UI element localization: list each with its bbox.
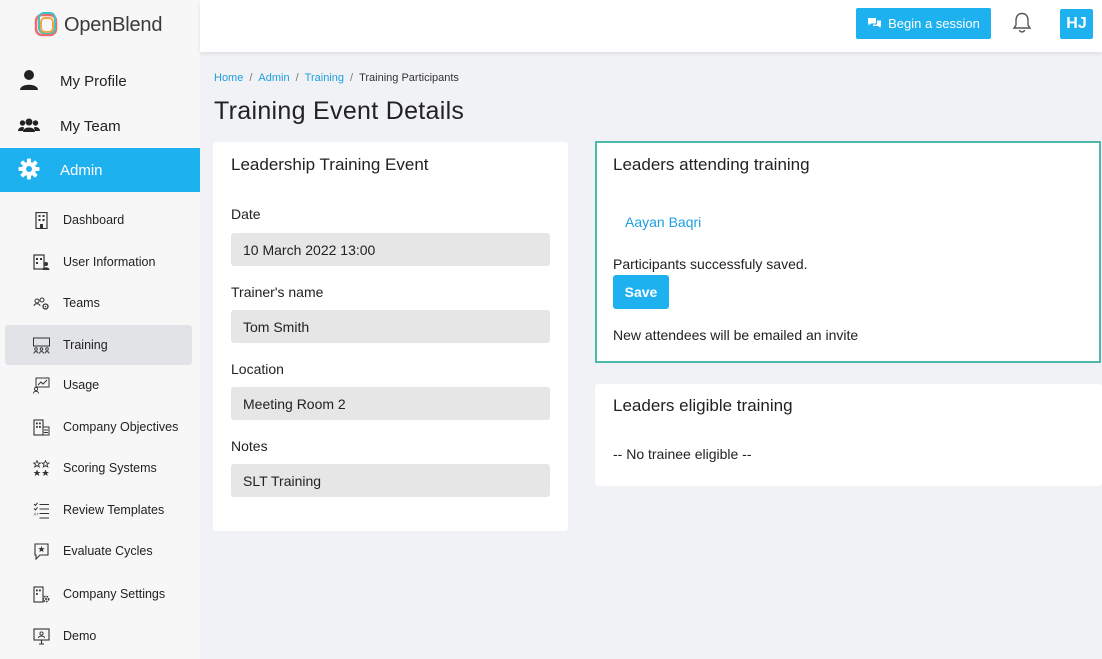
- location-label: Location: [231, 361, 284, 377]
- sidebar-item-label: Review Templates: [63, 503, 165, 517]
- date-label: Date: [231, 206, 261, 222]
- begin-session-label: Begin a session: [888, 16, 980, 31]
- sidebar-item-review-templates[interactable]: A+ Review Templates: [5, 490, 192, 530]
- notes-field: SLT Training: [231, 464, 550, 497]
- trainer-field: Tom Smith: [231, 310, 550, 343]
- eligible-title: Leaders eligible training: [613, 396, 793, 415]
- logo[interactable]: OpenBlend: [34, 12, 162, 38]
- sidebar-item-my-profile[interactable]: My Profile: [0, 59, 200, 103]
- list-icon: A+: [34, 502, 49, 519]
- logo-text: OpenBlend: [64, 13, 163, 36]
- company-settings-icon: [33, 586, 50, 603]
- event-details-card: Leadership Training Event Date 10 March …: [213, 142, 568, 531]
- openblend-logo-icon: [34, 12, 58, 37]
- objectives-icon: [33, 419, 50, 436]
- page-title: Training Event Details: [214, 97, 465, 125]
- stars-icon: [33, 460, 50, 476]
- sidebar-item-admin[interactable]: Admin: [0, 148, 200, 192]
- location-field: Meeting Room 2: [231, 387, 550, 420]
- breadcrumb: Home / Admin / Training / Training Participant…: [214, 72, 459, 84]
- sidebar-item-evaluate-cycles[interactable]: Evaluate Cycles: [5, 531, 192, 571]
- avatar[interactable]: HJ: [1060, 9, 1093, 39]
- sidebar-item-training[interactable]: Training: [5, 325, 192, 365]
- breadcrumb-current: Training Participants: [359, 72, 459, 84]
- sidebar-item-label: Admin: [60, 161, 103, 179]
- sidebar-item-dashboard[interactable]: Dashboard: [5, 200, 192, 240]
- sidebar-item-scoring-systems[interactable]: Scoring Systems: [5, 448, 192, 488]
- date-field: 10 March 2022 13:00: [231, 233, 550, 266]
- sidebar-item-label: My Profile: [60, 72, 127, 90]
- saved-message: Participants successfuly saved.: [613, 256, 808, 272]
- sidebar-item-company-settings[interactable]: Company Settings: [5, 574, 192, 614]
- sidebar-item-company-objectives[interactable]: Company Objectives: [5, 407, 192, 447]
- begin-session-button[interactable]: Begin a session: [856, 8, 991, 39]
- no-eligible-message: -- No trainee eligible --: [613, 446, 752, 462]
- sidebar-item-label: Evaluate Cycles: [63, 544, 153, 558]
- trainer-label: Trainer's name: [231, 284, 324, 300]
- sidebar-item-user-information[interactable]: User Information: [5, 242, 192, 282]
- leaders-attending-card: Leaders attending training Aayan Baqri P…: [595, 141, 1101, 363]
- evaluate-icon: [34, 543, 49, 560]
- gear-icon: [18, 158, 40, 180]
- sidebar-item-label: Dashboard: [63, 213, 125, 227]
- building-icon: [35, 212, 48, 229]
- attending-title: Leaders attending training: [613, 155, 810, 174]
- invite-note: New attendees will be emailed an invite: [613, 327, 859, 343]
- team-icon: [18, 118, 40, 132]
- sidebar-item-demo[interactable]: Demo: [5, 616, 192, 656]
- sidebar-item-label: User Information: [63, 255, 156, 269]
- sidebar-item-label: Scoring Systems: [63, 461, 157, 475]
- sidebar-item-label: Company Objectives: [63, 420, 179, 434]
- user-info-icon: [33, 254, 50, 270]
- breadcrumb-training-link[interactable]: Training: [305, 72, 344, 84]
- notes-label: Notes: [231, 438, 268, 454]
- sidebar-item-label: Usage: [63, 378, 100, 392]
- teams-icon: [33, 297, 49, 310]
- breadcrumb-admin-link[interactable]: Admin: [258, 72, 289, 84]
- sidebar-item-usage[interactable]: Usage: [5, 365, 192, 405]
- top-header: Begin a session HJ: [200, 0, 1102, 52]
- user-icon: [20, 70, 38, 90]
- chat-icon: [868, 18, 882, 28]
- sidebar-item-teams[interactable]: Teams: [5, 283, 192, 323]
- sidebar-item-label: Teams: [63, 296, 100, 310]
- sidebar-item-label: My Team: [60, 117, 121, 135]
- svg-text:A+: A+: [34, 512, 40, 517]
- bell-icon[interactable]: [1012, 12, 1032, 34]
- sidebar: OpenBlend My Profile My Team Admin Dashb…: [0, 0, 200, 659]
- sidebar-item-label: Training: [63, 338, 108, 352]
- sidebar-item-label: Company Settings: [63, 587, 166, 601]
- breadcrumb-separator: /: [295, 72, 299, 84]
- event-title: Leadership Training Event: [231, 155, 429, 174]
- sidebar-item-my-team[interactable]: My Team: [0, 104, 200, 148]
- usage-icon: [33, 377, 50, 394]
- save-button[interactable]: Save: [613, 275, 669, 309]
- breadcrumb-separator: /: [249, 72, 253, 84]
- training-icon: [33, 337, 50, 354]
- monitor-icon: [33, 628, 50, 645]
- sidebar-item-label: Demo: [63, 629, 97, 643]
- breadcrumb-separator: /: [350, 72, 354, 84]
- attending-leader-link[interactable]: Aayan Baqri: [625, 214, 701, 230]
- breadcrumb-home-link[interactable]: Home: [214, 72, 243, 84]
- leaders-eligible-card: Leaders eligible training -- No trainee …: [595, 384, 1102, 486]
